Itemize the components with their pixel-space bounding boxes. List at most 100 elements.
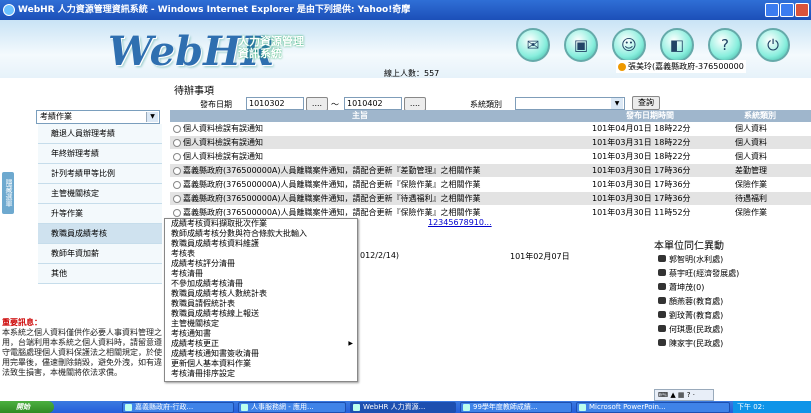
menu-item[interactable]: 教職員成績考核資料維護 <box>171 239 351 249</box>
colleague-item[interactable]: 蔡宇旺(經濟發展處) <box>658 268 739 279</box>
row-subject[interactable]: 嘉義縣政府(376500000A)人員離職案件通知，請配合更新『保險作業』之相關… <box>183 208 481 217</box>
menu-item[interactable]: 考核表 <box>171 249 351 259</box>
row-subject[interactable]: 嘉義縣政府(376500000A)人員離職案件通知，請配合更新『保險作業』之相關… <box>183 180 481 189</box>
module-select[interactable]: 考績作業 ▼ <box>36 110 160 124</box>
sidebar-item-other[interactable]: 其他 <box>38 264 162 284</box>
category-select[interactable]: ▼ <box>515 97 625 110</box>
chevron-down-icon[interactable]: ▼ <box>611 98 623 109</box>
sidebar-item-retiree-appraisal[interactable]: 離退人員辦理考績 <box>38 124 162 144</box>
row-subject[interactable]: 個人資料檢誤有誤通知 <box>183 152 263 161</box>
taskbar-item[interactable]: 人事服務網 - 應用... <box>238 402 346 413</box>
title-bar: WebHR 人力資源管理資訊系統 - Windows Internet Expl… <box>0 0 811 20</box>
colleague-item[interactable]: 何琪惠(民政處) <box>658 324 723 335</box>
sidebar-item-staff-appraisal[interactable]: 教職員成績考核 <box>38 224 162 244</box>
menu-item[interactable]: 主管機關核定 <box>171 319 351 329</box>
row-category: 個人資料 <box>735 124 767 133</box>
colleague-name[interactable]: 陳家宇(民政處) <box>669 339 723 348</box>
date-from-input[interactable]: 1010302 <box>246 97 304 110</box>
chevron-down-icon[interactable]: ▼ <box>146 112 158 122</box>
taskbar-item[interactable]: WebHR 人力資源... <box>350 402 456 413</box>
colleague-item[interactable]: 陳家宇(民政處) <box>658 338 723 349</box>
pagination[interactable]: 12345678910... <box>428 218 492 227</box>
date-to-input[interactable]: 1010402 <box>344 97 402 110</box>
row-subject[interactable]: 嘉義縣政府(376500000A)人員離職案件通知，請配合更新『待遇福利』之相關… <box>183 194 481 203</box>
colleague-name[interactable]: 蔡宇旺(經濟發展處) <box>669 269 739 278</box>
table-row[interactable]: 個人資料檢誤有誤通知 101年04月01日 18時22分 個人資料 <box>170 122 811 136</box>
menu-item[interactable]: 成績考核資料擷取批次作業 <box>171 219 351 229</box>
menu-item[interactable]: 考核清冊 <box>171 269 351 279</box>
sidebar-item-annual-appraisal[interactable]: 年終辦理考績 <box>38 144 162 164</box>
date-from-picker-button[interactable]: .... <box>306 97 328 111</box>
table-row[interactable]: 個人資料檢誤有誤通知 101年03月31日 18時22分 個人資料 <box>170 136 811 150</box>
maximize-button[interactable] <box>780 3 794 17</box>
colleague-item[interactable]: 劉玟菁(教育處) <box>658 310 723 321</box>
taskbar-item-label[interactable]: 嘉義縣政府-行政... <box>135 403 193 411</box>
menu-item[interactable]: 成績考核通知書簽收清冊 <box>171 349 351 359</box>
menu-item-label[interactable]: 成績考核更正 <box>171 339 219 348</box>
table-row[interactable]: 嘉義縣政府(376500000A)人員離職案件通知，請配合更新『差勤管理』之相關… <box>170 164 811 178</box>
clock[interactable]: 下午 02: <box>737 403 765 411</box>
taskbar-item[interactable]: 嘉義縣政府-行政... <box>122 402 234 413</box>
menu-item[interactable]: 不參加成績考核清冊 <box>171 279 351 289</box>
colleague-name[interactable]: 郭智明(水利處) <box>669 255 723 264</box>
table-row[interactable]: 嘉義縣政府(376500000A)人員離職案件通知，請配合更新『保險作業』之相關… <box>170 178 811 192</box>
radio-button[interactable] <box>173 138 181 147</box>
taskbar-item[interactable]: 99學年度教師成績... <box>460 402 572 413</box>
radio-button[interactable] <box>173 152 181 161</box>
radio-button[interactable] <box>173 180 181 189</box>
sidebar-item-promotion[interactable]: 升等作業 <box>38 204 162 224</box>
colleague-name[interactable]: 劉玟菁(教育處) <box>669 311 723 320</box>
menu-item[interactable]: 教師成績考核分數與符合條款大批輸入 <box>171 229 351 239</box>
colleague-item[interactable]: 郭智明(水利處) <box>658 254 723 265</box>
menu-item[interactable]: 更新個人基本資料作業 <box>171 359 351 369</box>
chart-icon[interactable]: ◧ <box>660 28 694 62</box>
menu-item[interactable]: 成績考核評分清冊 <box>171 259 351 269</box>
row-date: 101年03月31日 18時22分 <box>592 138 691 147</box>
sidebar-item-authority-approval[interactable]: 主管機關核定 <box>38 184 162 204</box>
row-date: 101年03月30日 11時52分 <box>592 208 691 217</box>
minimize-button[interactable] <box>765 3 779 17</box>
row-subject[interactable]: 個人資料檢誤有誤通知 <box>183 138 263 147</box>
taskbar-item-label[interactable]: WebHR 人力資源... <box>363 403 425 411</box>
colleague-name[interactable]: 顏燕蓉(教育處) <box>669 297 723 306</box>
table-row[interactable]: 個人資料檢誤有誤通知 101年03月30日 18時22分 個人資料 <box>170 150 811 164</box>
menu-item-with-submenu[interactable]: 成績考核更正 ▶ <box>171 339 353 349</box>
taskbar-item-label[interactable]: Microsoft PowerPoin... <box>589 403 666 411</box>
row-subject[interactable]: 嘉義縣政府(376500000A)人員離職案件通知，請配合更新『差勤管理』之相關… <box>183 166 481 175</box>
hide-menu-tab[interactable]: 隱藏選單 <box>2 172 14 214</box>
menu-item[interactable]: 考核清冊排序設定 <box>171 369 351 379</box>
colleague-item[interactable]: 顏燕蓉(教育處) <box>658 296 723 307</box>
language-bar[interactable]: ⌨ ▲ ▦ ? · <box>654 389 714 401</box>
row-subject[interactable]: 個人資料檢誤有誤通知 <box>183 124 263 133</box>
taskbar-item-label[interactable]: 人事服務網 - 應用... <box>251 403 314 411</box>
radio-button[interactable] <box>173 124 181 133</box>
menu-item[interactable]: 教職員請假統計表 <box>171 299 351 309</box>
date-to-picker-button[interactable]: .... <box>404 97 426 111</box>
taskbar-item[interactable]: Microsoft PowerPoin... <box>576 402 730 413</box>
colleague-name[interactable]: 蕭坤茂(0) <box>669 283 704 292</box>
start-button[interactable]: 開始 <box>0 401 54 413</box>
radio-button[interactable] <box>173 208 181 217</box>
radio-button[interactable] <box>173 194 181 203</box>
folder-icon[interactable]: ▣ <box>564 28 598 62</box>
radio-button[interactable] <box>173 166 181 175</box>
close-button[interactable] <box>795 3 809 17</box>
sidebar-item-teacher-raise[interactable]: 教師年資加薪 <box>38 244 162 264</box>
people-icon[interactable]: ☺ <box>612 28 646 62</box>
logout-icon[interactable]: ⏻ <box>756 28 790 62</box>
colleague-item[interactable]: 蕭坤茂(0) <box>658 282 704 293</box>
date-separator: ～ <box>331 100 339 109</box>
menu-item[interactable]: 教職員成績考核人數統計表 <box>171 289 351 299</box>
row-category: 保險作業 <box>735 208 767 217</box>
query-button[interactable]: 查詢 <box>632 96 660 110</box>
table-row[interactable]: 嘉義縣政府(376500000A)人員離職案件通知，請配合更新『待遇福利』之相關… <box>170 192 811 206</box>
menu-item[interactable]: 考核通知書 <box>171 329 351 339</box>
row-date: 101年04月01日 18時22分 <box>592 124 691 133</box>
row-category: 保險作業 <box>735 180 767 189</box>
mail-icon[interactable]: ✉ <box>516 28 550 62</box>
colleague-name[interactable]: 何琪惠(民政處) <box>669 325 723 334</box>
sidebar-item-grade-ratio[interactable]: 計列考績甲等比例 <box>38 164 162 184</box>
menu-item[interactable]: 教職員成績考核線上報送 <box>171 309 351 319</box>
help-icon[interactable]: ? <box>708 28 742 62</box>
taskbar-item-label[interactable]: 99學年度教師成績... <box>473 403 538 411</box>
